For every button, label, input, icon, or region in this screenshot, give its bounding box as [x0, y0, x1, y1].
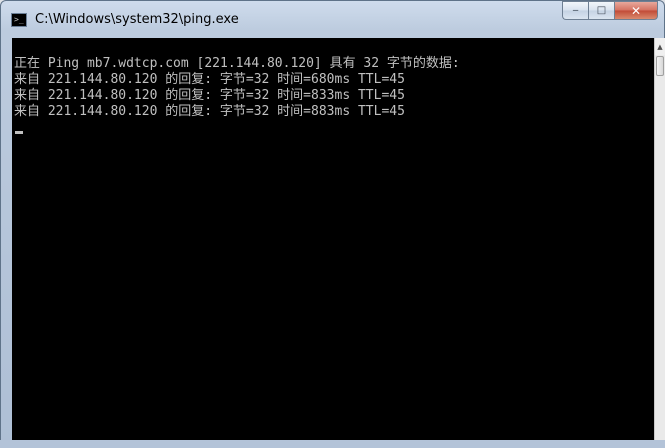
vertical-scrollbar[interactable]: ▲ — [654, 38, 665, 440]
scroll-thumb[interactable] — [656, 56, 664, 76]
console-line: 来自 221.144.80.120 的回复: 字节=32 时间=833ms TT… — [14, 88, 405, 103]
console-icon-glyph: >_ — [14, 15, 24, 24]
scroll-up-button[interactable]: ▲ — [655, 38, 665, 55]
minimize-button[interactable]: ‒ — [562, 1, 588, 20]
chevron-up-icon: ▲ — [657, 42, 663, 51]
close-button[interactable]: ✕ — [614, 1, 658, 20]
console-output[interactable]: 正在 Ping mb7.wdtcp.com [221.144.80.120] 具… — [12, 38, 654, 440]
console-lines: 正在 Ping mb7.wdtcp.com [221.144.80.120] 具… — [14, 56, 460, 120]
window-title: C:\Windows\system32\ping.exe — [35, 12, 239, 27]
minimize-icon: ‒ — [572, 5, 579, 16]
title-bar[interactable]: >_ C:\Windows\system32\ping.exe ‒ □ ✕ — [1, 1, 664, 37]
maximize-icon: □ — [596, 5, 607, 16]
text-cursor — [15, 131, 23, 134]
close-icon: ✕ — [630, 3, 642, 18]
console-line: 来自 221.144.80.120 的回复: 字节=32 时间=680ms TT… — [14, 72, 405, 87]
window-frame-bottom — [0, 440, 665, 448]
console-line: 来自 221.144.80.120 的回复: 字节=32 时间=883ms TT… — [14, 104, 405, 119]
window-controls: ‒ □ ✕ — [562, 1, 658, 21]
console-icon[interactable]: >_ — [11, 13, 27, 27]
maximize-button[interactable]: □ — [588, 1, 614, 20]
console-line: 正在 Ping mb7.wdtcp.com [221.144.80.120] 具… — [14, 56, 460, 71]
